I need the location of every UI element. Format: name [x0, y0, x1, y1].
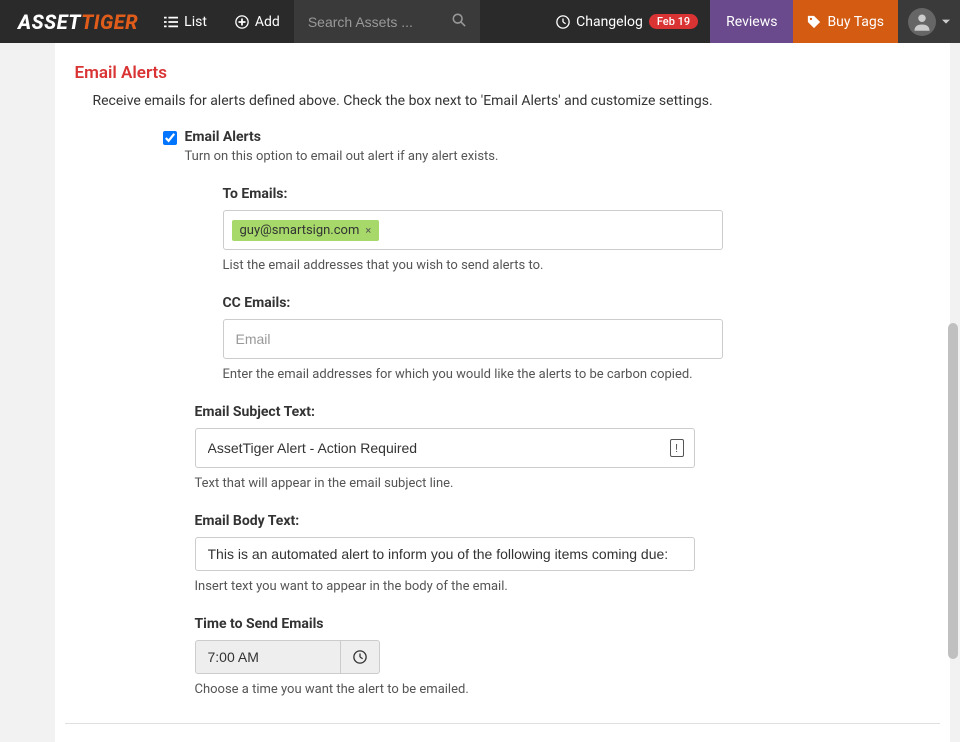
changelog-badge: Feb 19	[649, 14, 698, 29]
search-input[interactable]	[308, 14, 448, 30]
section-description: Receive emails for alerts defined above.…	[65, 93, 940, 109]
email-tag-remove[interactable]: ×	[365, 224, 371, 237]
clock-icon	[353, 650, 367, 664]
search-icon	[452, 13, 466, 27]
subject-hint: Text that will appear in the email subje…	[195, 476, 940, 491]
reviews-label: Reviews	[726, 14, 777, 30]
email-tag-text: guy@smartsign.com	[240, 223, 360, 238]
time-row	[195, 640, 940, 674]
to-emails-label: To Emails:	[223, 186, 940, 202]
nav-changelog[interactable]: Changelog Feb 19	[544, 0, 710, 43]
email-alerts-checkbox[interactable]	[163, 131, 177, 145]
time-picker-button[interactable]	[341, 640, 380, 674]
body-group: Email Body Text: Insert text you want to…	[195, 513, 940, 594]
subject-input-wrap: !	[195, 428, 695, 468]
tag-icon	[807, 15, 821, 29]
plus-circle-icon	[235, 15, 249, 29]
to-emails-input[interactable]: guy@smartsign.com ×	[223, 210, 723, 250]
logo[interactable]: ASSETTIGER	[0, 10, 150, 34]
divider	[65, 723, 940, 724]
nav-list[interactable]: List	[150, 0, 221, 43]
subject-group: Email Subject Text: ! Text that will app…	[195, 404, 940, 491]
cc-emails-input[interactable]	[232, 327, 714, 351]
search-area	[294, 0, 480, 43]
section-title: Email Alerts	[65, 63, 940, 83]
email-tag: guy@smartsign.com ×	[232, 220, 380, 241]
email-alerts-toggle-row: Email Alerts Turn on this option to emai…	[163, 129, 940, 164]
scrollbar-thumb[interactable]	[948, 323, 958, 659]
to-emails-group: To Emails: guy@smartsign.com × List the …	[223, 186, 940, 273]
body-label: Email Body Text:	[195, 513, 940, 529]
top-nav: ASSETTIGER List Add Changelog Feb 19 Rev…	[0, 0, 960, 43]
user-menu[interactable]	[898, 0, 960, 43]
nav-add[interactable]: Add	[221, 0, 294, 43]
time-input[interactable]	[195, 640, 341, 674]
buytags-label: Buy Tags	[827, 14, 884, 30]
body-hint: Insert text you want to appear in the bo…	[195, 579, 940, 594]
cc-emails-group: CC Emails: Enter the email addresses for…	[223, 295, 940, 382]
content-area: Email Alerts Receive emails for alerts d…	[0, 43, 960, 742]
time-label: Time to Send Emails	[195, 616, 940, 632]
body-input-wrap	[195, 537, 695, 571]
nav-list-label: List	[184, 14, 207, 30]
contacts-icon[interactable]: !	[670, 439, 684, 457]
avatar	[908, 8, 936, 36]
time-group: Time to Send Emails Choose a time you wa…	[195, 616, 940, 697]
body-input[interactable]	[204, 542, 686, 566]
person-icon	[912, 12, 932, 32]
logo-text: ASSETTIGER	[18, 10, 138, 34]
subject-input[interactable]	[204, 436, 686, 460]
subject-label: Email Subject Text:	[195, 404, 940, 420]
list-icon	[164, 15, 178, 29]
changelog-label: Changelog	[576, 14, 643, 30]
chevron-down-icon	[942, 18, 950, 26]
to-emails-hint: List the email addresses that you wish t…	[223, 258, 940, 273]
cc-emails-input-wrap	[223, 319, 723, 359]
nav-reviews[interactable]: Reviews	[710, 0, 793, 43]
email-alerts-label: Email Alerts	[185, 129, 940, 145]
settings-panel: Email Alerts Receive emails for alerts d…	[55, 43, 950, 742]
clock-icon	[556, 15, 570, 29]
cc-emails-hint: Enter the email addresses for which you …	[223, 367, 940, 382]
cc-emails-label: CC Emails:	[223, 295, 940, 311]
scrollbar[interactable]	[946, 43, 958, 742]
nav-buytags[interactable]: Buy Tags	[793, 0, 898, 43]
nav-add-label: Add	[255, 14, 280, 30]
search-button[interactable]	[448, 9, 470, 34]
email-alerts-hint: Turn on this option to email out alert i…	[185, 149, 940, 164]
time-hint: Choose a time you want the alert to be e…	[195, 682, 940, 697]
